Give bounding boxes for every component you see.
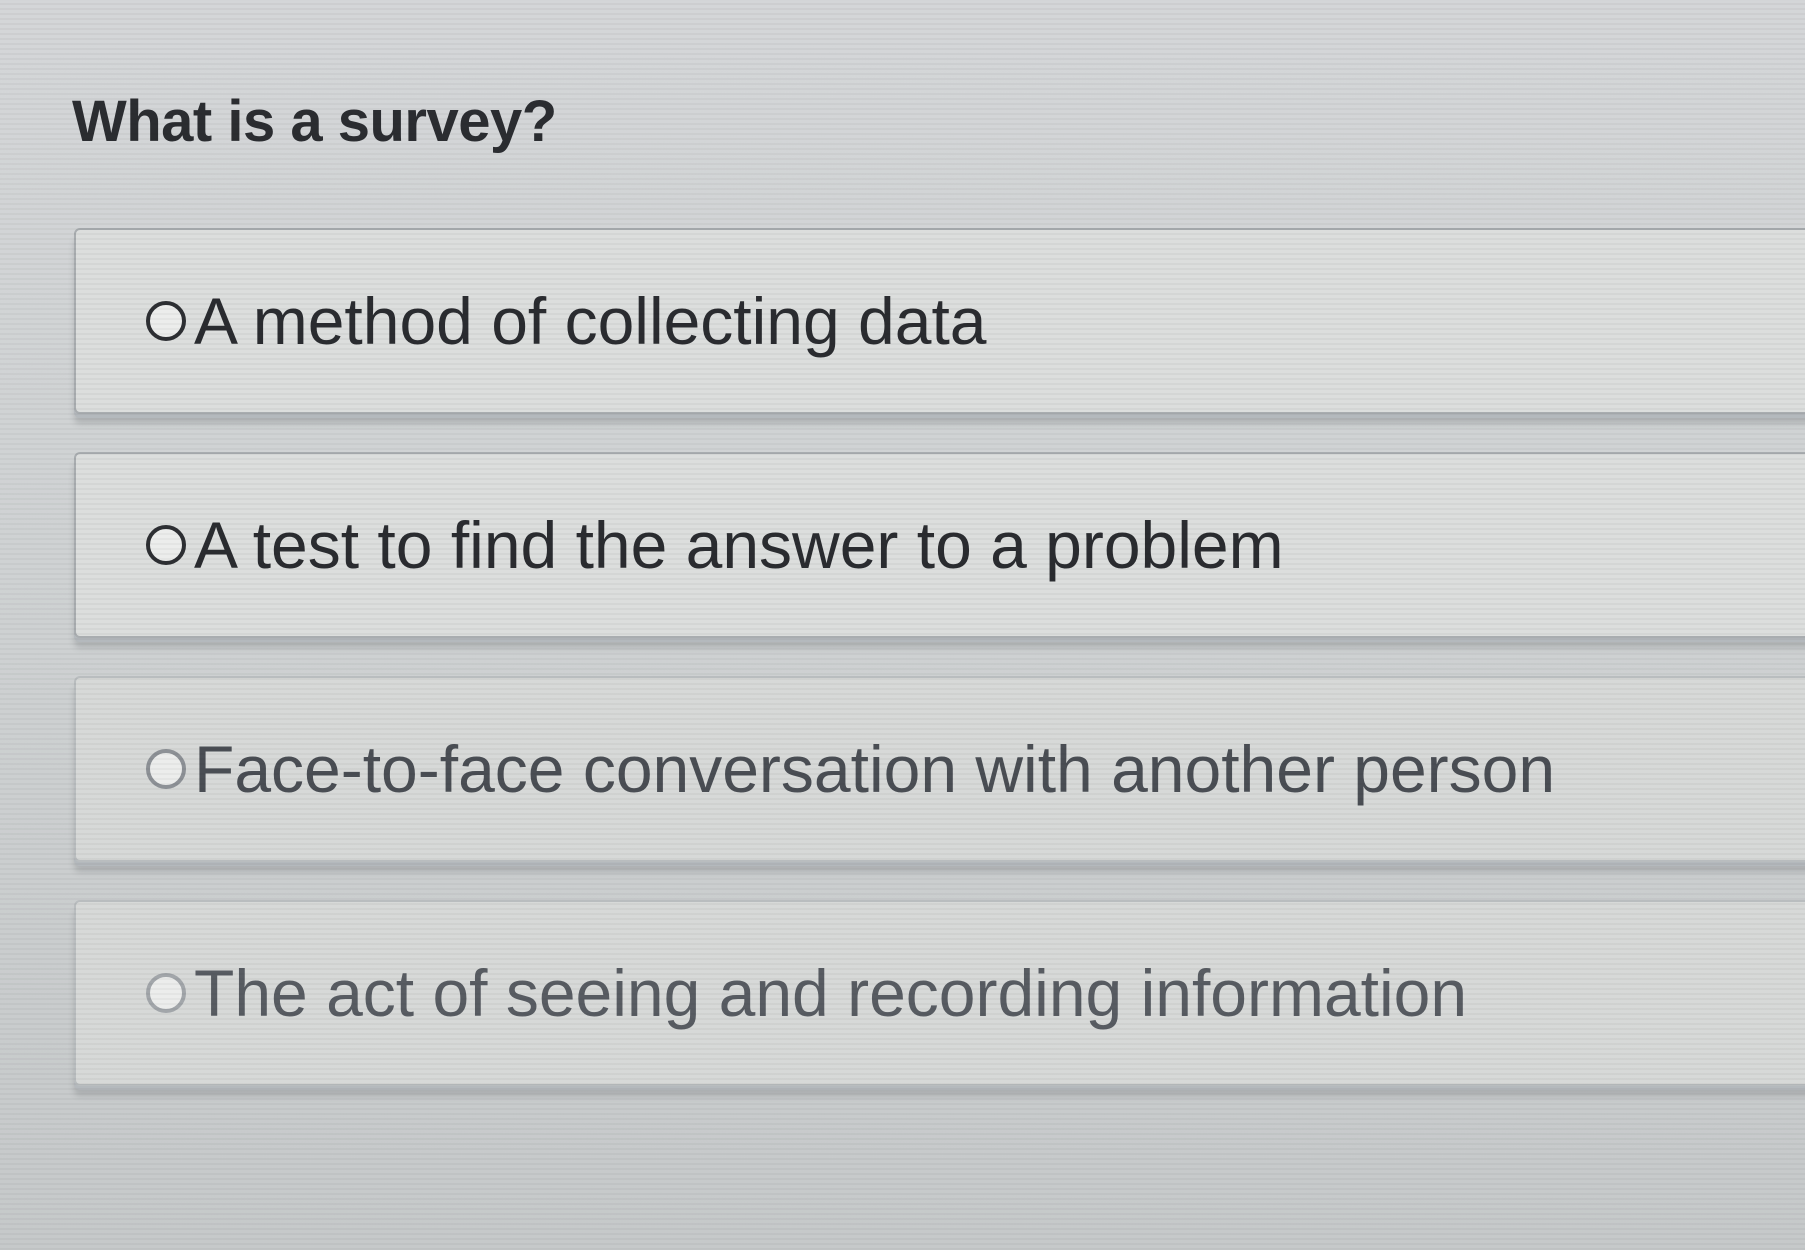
radio-button-icon[interactable]	[146, 525, 186, 565]
answer-option-3[interactable]: Face-to-face conversation with another p…	[74, 676, 1805, 862]
answer-option-4[interactable]: The act of seeing and recording informat…	[74, 900, 1805, 1086]
radio-button-icon[interactable]	[146, 973, 186, 1013]
answer-option-label: A method of collecting data	[194, 284, 987, 358]
answer-option-label: The act of seeing and recording informat…	[194, 956, 1468, 1030]
radio-button-icon[interactable]	[146, 749, 186, 789]
answer-options: A method of collecting data A test to fi…	[74, 228, 1805, 1124]
radio-button-icon[interactable]	[146, 301, 186, 341]
answer-option-1[interactable]: A method of collecting data	[74, 228, 1805, 414]
answer-option-2[interactable]: A test to find the answer to a problem	[74, 452, 1805, 638]
question-text: What is a survey?	[72, 89, 557, 154]
answer-option-label: Face-to-face conversation with another p…	[194, 732, 1556, 806]
answer-option-label: A test to find the answer to a problem	[194, 508, 1284, 582]
